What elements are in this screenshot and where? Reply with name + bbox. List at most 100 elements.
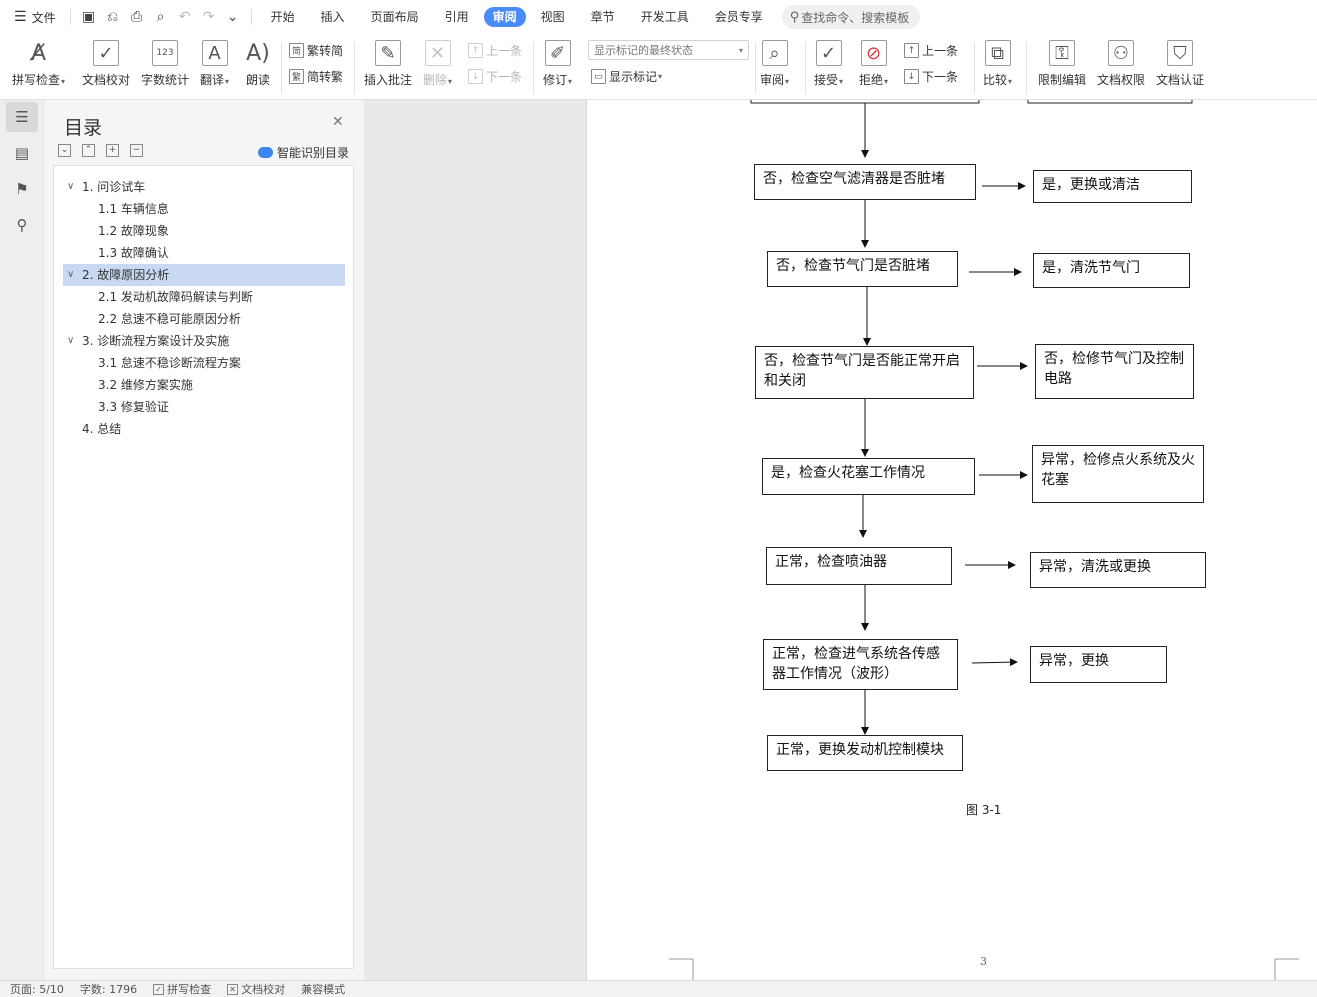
chevron-down-icon[interactable]: ∨ — [67, 264, 74, 286]
right-arrow — [971, 658, 1018, 667]
toc-item[interactable]: 2.1 发动机故障码解读与判断 — [63, 286, 345, 308]
delete-comment-icon: ✕ — [424, 40, 451, 66]
toc-item[interactable]: ∨ 1. 问诊试车 — [63, 176, 345, 198]
toc-item[interactable]: 1.3 故障确认 — [63, 242, 345, 264]
trad-to-simp-label: 繁转简 — [307, 44, 344, 58]
command-search[interactable]: ⚲ 查找命令、搜索模板 — [781, 5, 920, 29]
toc-item[interactable]: 3.2 维修方案实施 — [63, 374, 345, 396]
status-bar: 页面: 5/10 字数: 1796 ✓ 拼写检查 ✕ 文档校对 兼容模式 — [0, 980, 1317, 997]
next-change-button[interactable]: ↓ 下一条 — [904, 68, 958, 85]
spell-check-toggle[interactable]: ✓ 拼写检查 — [153, 981, 211, 997]
compare-button[interactable]: ⧉ 比较▾ — [983, 34, 1012, 88]
toc-pane: 目录 ✕ ⌄ ⌃ + − 智能识别目录 ∨ 1. 问诊试车 1.1 车辆信息 1… — [44, 100, 364, 980]
add-heading-icon[interactable]: + — [106, 144, 119, 157]
left-icon-rail: ☰ ▤ ⚑ ⚲ — [0, 100, 44, 980]
tab-developer[interactable]: 开发工具 — [630, 7, 700, 27]
tab-view[interactable]: 视图 — [530, 7, 576, 27]
format-painter-icon[interactable]: ⎌ — [101, 9, 125, 25]
show-markup-button[interactable]: ▭ 显示标记 ▾ — [591, 68, 662, 85]
save-icon[interactable]: ▣ — [77, 9, 101, 25]
toc-item-label: 3. 诊断流程方案设计及实施 — [82, 334, 230, 348]
tab-member[interactable]: 会员专享 — [704, 7, 774, 27]
reject-label: 拒绝 — [859, 73, 884, 87]
toc-item[interactable]: 1.2 故障现象 — [63, 220, 345, 242]
word-count-indicator[interactable]: 字数: 1796 — [80, 981, 137, 997]
tab-insert[interactable]: 插入 — [310, 7, 356, 27]
redo-icon[interactable]: ↷ — [197, 9, 221, 25]
close-icon[interactable]: ✕ — [332, 114, 344, 130]
reject-button[interactable]: ⊘ 拒绝▾ — [859, 34, 888, 88]
toc-item[interactable]: 2.2 怠速不稳可能原因分析 — [63, 308, 345, 330]
doc-certify-button[interactable]: ⛉ 文档认证 — [1156, 34, 1204, 88]
divider — [354, 42, 355, 94]
flowchart-box: 否，检修节气门及控制电路 — [1035, 344, 1194, 399]
collapse-all-icon[interactable]: ⌃ — [82, 144, 95, 157]
find-icon[interactable]: ⚲ — [6, 210, 38, 240]
expand-all-icon[interactable]: ⌄ — [58, 144, 71, 157]
tab-review[interactable]: 审阅 — [483, 7, 526, 27]
doc-permission-button[interactable]: ⚇ 文档权限 — [1097, 34, 1145, 88]
toc-item-label: 2.1 发动机故障码解读与判断 — [98, 290, 253, 304]
toc-item-label: 3.2 维修方案实施 — [98, 378, 193, 392]
spell-check-button[interactable]: A̸ 拼写检查▾ — [12, 34, 65, 88]
toc-pane-icon[interactable]: ☰ — [6, 102, 38, 132]
file-menu[interactable]: ☰ 文件 — [0, 0, 64, 34]
bookmark-icon[interactable]: ⚑ — [6, 174, 38, 204]
chevron-down-icon[interactable]: ∨ — [67, 330, 74, 352]
print-icon[interactable]: ⎙ — [125, 9, 149, 25]
toc-item-label: 2. 故障原因分析 — [82, 268, 170, 282]
read-aloud-button[interactable]: A) 朗读 — [245, 34, 271, 88]
chapter-nav-icon[interactable]: ▤ — [6, 138, 38, 168]
undo-icon[interactable]: ↶ — [173, 9, 197, 25]
tab-home[interactable]: 开始 — [260, 7, 306, 27]
divider — [250, 9, 252, 25]
trad-to-simp-button[interactable]: 简 繁转简 — [289, 42, 343, 59]
doc-proof-button[interactable]: ✓ 文档校对 — [82, 34, 130, 88]
track-changes-button[interactable]: ✐ 修订▾ — [543, 34, 572, 88]
document-area[interactable]: 否，检查空气滤清器是否脏堵 否，检查节气门是否脏堵 否，检查节气门是否能正常开启… — [364, 100, 1317, 980]
arrow-down-icon: ↓ — [904, 69, 919, 84]
toc-item[interactable]: 4. 总结 — [63, 418, 345, 440]
flowchart-box: 正常，检查进气系统各传感器工作情况（波形） — [763, 639, 958, 690]
delete-comment-button[interactable]: ✕ 删除▾ — [423, 34, 452, 88]
remove-heading-icon[interactable]: − — [130, 144, 143, 157]
review-ribbon: A̸ 拼写检查▾ ✓ 文档校对 123 字数统计 A 翻译▾ A) 朗读 简 繁… — [0, 34, 1317, 100]
prev-comment-button[interactable]: ↑ 上一条 — [468, 42, 522, 59]
tab-references[interactable]: 引用 — [434, 7, 480, 27]
document-page[interactable]: 否，检查空气滤清器是否脏堵 否，检查节气门是否脏堵 否，检查节气门是否能正常开启… — [586, 100, 1317, 980]
word-count-button[interactable]: 123 字数统计 — [141, 34, 189, 88]
tab-section[interactable]: 章节 — [580, 7, 626, 27]
smart-toc-button[interactable]: 智能识别目录 — [258, 144, 349, 161]
accept-button[interactable]: ✓ 接受▾ — [814, 34, 843, 88]
file-menu-label: 文件 — [31, 10, 56, 25]
toc-item[interactable]: 1.1 车辆信息 — [63, 198, 345, 220]
toc-item[interactable]: ∨ 3. 诊断流程方案设计及实施 — [63, 330, 345, 352]
next-comment-button[interactable]: ↓ 下一条 — [468, 68, 522, 85]
flowchart-box: 异常，检修点火系统及火花塞 — [1032, 445, 1204, 503]
insert-comment-button[interactable]: ✎ 插入批注 — [364, 34, 412, 88]
toc-item[interactable]: 3.3 修复验证 — [63, 396, 345, 418]
read-aloud-icon: A) — [246, 40, 270, 66]
search-icon: ⚲ — [789, 9, 800, 25]
toc-item-selected[interactable]: ∨ 2. 故障原因分析 — [63, 264, 345, 286]
review-pane-button[interactable]: ⌕ 审阅▾ — [760, 34, 789, 88]
simp-to-trad-label: 简转繁 — [307, 70, 344, 84]
simp-to-trad-button[interactable]: 繁 简转繁 — [289, 68, 343, 85]
print-preview-icon[interactable]: ⌕ — [149, 9, 173, 25]
customize-chevron-icon[interactable]: ⌄ — [221, 9, 245, 25]
trad-to-simp-icon: 简 — [289, 43, 304, 58]
translate-button[interactable]: A 翻译▾ — [200, 34, 229, 88]
restrict-edit-button[interactable]: ⚿ 限制编辑 — [1038, 34, 1086, 88]
page-indicator[interactable]: 页面: 5/10 — [10, 981, 64, 997]
menu-bar: ☰ 文件 ▣ ⎌ ⎙ ⌕ ↶ ↷ ⌄ 开始 插入 页面布局 引用 审阅 视图 章… — [0, 0, 1317, 34]
prev-change-button[interactable]: ↑ 上一条 — [904, 42, 958, 59]
toc-item[interactable]: 3.1 怠速不稳诊断流程方案 — [63, 352, 345, 374]
tab-page-layout[interactable]: 页面布局 — [360, 7, 430, 27]
spell-check-toggle-label: 拼写检查 — [167, 983, 212, 996]
doc-proof-toggle[interactable]: ✕ 文档校对 — [227, 981, 285, 997]
markup-display-select[interactable]: 显示标记的最终状态 ▾ — [588, 40, 749, 60]
chevron-down-icon[interactable]: ∨ — [67, 176, 74, 198]
compare-label: 比较 — [983, 73, 1008, 87]
divider — [974, 42, 975, 94]
flowchart-box: 是，更换或清洁 — [1033, 170, 1192, 203]
